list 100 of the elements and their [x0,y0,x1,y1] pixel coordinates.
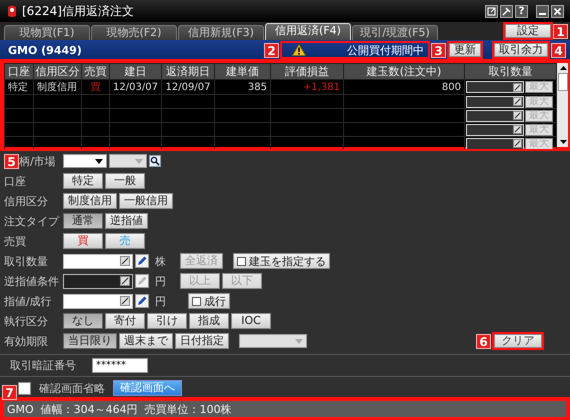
note-icon[interactable] [485,4,498,18]
unit-label: 円 [155,294,166,308]
edit-icon [120,296,130,306]
edit-icon [513,111,522,120]
checkbox-label: 建玉を指定する [249,254,326,268]
checkbox[interactable] [192,296,201,306]
checkbox-label: 確認画面省略 [39,380,105,396]
symbol-name: GMO (9449) [8,44,82,56]
toggle-button[interactable]: 寄付 [105,313,145,329]
table-cell: 800 [442,82,461,92]
checkbox[interactable] [237,256,246,266]
search-icon[interactable] [149,155,161,167]
status-text: GMO 値幅：304～464円 売買単位：100株 [7,402,232,416]
toggle-button[interactable]: 一般信用 [119,193,173,209]
settings-button[interactable]: 設定 [505,24,551,38]
toggle-button[interactable]: IOC [231,313,271,329]
edit-icon [513,125,522,134]
clear-button[interactable]: クリア [494,334,542,348]
table-cell: 12/09/07 [166,82,210,92]
tab[interactable]: 現物売(F2) [91,25,177,40]
table-cell: 制度信用 [37,82,77,93]
tab[interactable]: 信用新規(F3) [178,25,264,40]
input-field[interactable] [63,254,133,268]
field-label: 逆指値条件 [4,274,59,288]
tab[interactable]: 現引/現渡(F5) [352,25,438,40]
field-label: 指値/成行 [4,294,52,308]
help-button[interactable]: ? [515,4,528,18]
toggle-button[interactable]: 指成 [189,313,229,329]
field-label: 信用区分 [4,194,48,208]
column-header: 口座 [4,64,34,80]
column-header: 取引数量 [464,64,556,80]
column-header: 建日 [110,64,162,80]
field-label: 柄/市場 [19,154,56,168]
toggle-button[interactable]: 買 [63,233,103,249]
column-header: 返済期日 [162,64,214,80]
tab[interactable]: 信用返済(F4) [265,23,351,40]
unit-label: 円 [155,274,166,288]
callout-number: 5 [4,154,19,168]
column-header: 信用区分 [34,64,82,80]
toggle-button[interactable]: なし [63,313,103,329]
column-header: 建単価 [214,64,270,80]
table-cell: 385 [248,82,267,92]
quantity-field[interactable] [466,124,524,136]
quantity-field[interactable] [466,110,524,122]
callout-number: 7 [2,385,17,400]
dropdown-arrow-icon [135,158,143,164]
scroll-thumb[interactable] [558,73,568,91]
toggle-button[interactable]: 引け [147,313,187,329]
toggle-button[interactable]: 週末まで [119,333,173,349]
input-field[interactable] [63,294,133,308]
close-icon[interactable] [551,4,564,18]
dropdown-arrow-icon [295,338,303,344]
buying-power-button[interactable]: 取引余力 [494,43,548,57]
checkbox[interactable] [18,382,31,394]
table-cell: 12/03/07 [113,82,158,92]
quantity-field[interactable] [466,138,524,150]
window-title: [6224]信用返済注文 [22,2,134,20]
field-label: 売買 [4,234,26,248]
toggle-button[interactable]: 制度信用 [63,193,117,209]
field-label: 口座 [4,174,26,188]
column-header: 評価損益 [270,64,344,80]
table-cell: 買 [90,82,100,93]
tab[interactable]: 現物買(F1) [4,25,90,40]
pencil-icon[interactable] [135,294,149,308]
field-label: 注文タイプ [4,214,59,228]
edit-icon [120,276,130,286]
column-header: 建玉数(注文中) [344,64,464,80]
table-cell: +1,381 [302,82,340,92]
callout-number: 1 [553,24,568,38]
field-label: 有効期限 [4,334,48,348]
callout-number: 6 [476,334,491,348]
refresh-button[interactable]: 更新 [449,43,481,57]
notice-text: 公開買付期間中 [347,42,424,58]
minimize-icon[interactable] [536,4,549,18]
callout-number: 2 [264,42,279,58]
dropdown-arrow-icon [95,158,103,164]
toggle-button[interactable]: 一般 [105,173,145,189]
callout-number: 4 [551,42,566,58]
dropdown[interactable] [63,154,107,168]
edit-icon [513,139,522,148]
toggle-button[interactable]: 特定 [63,173,103,189]
password-field[interactable]: ****** [92,358,148,372]
unit-label: 株 [155,254,166,268]
checkbox-label: 成行 [204,294,226,308]
quantity-field[interactable] [466,96,524,108]
field-label: 執行区分 [4,314,48,328]
column-header: 売買 [82,64,110,80]
edit-icon [513,82,522,92]
scrollbar[interactable] [557,63,569,147]
pencil-icon[interactable] [135,254,149,268]
field-label: 取引暗証番号 [10,358,76,372]
toggle-button[interactable]: 通常 [63,213,103,229]
toggle-button[interactable]: 当日限り [63,333,117,349]
edit-icon [120,256,130,266]
toggle-button[interactable]: 日付指定 [175,333,229,349]
toggle-button[interactable]: 逆指値 [105,213,148,229]
warning-icon [292,44,306,56]
app-icon [6,4,18,18]
quantity-field[interactable] [466,81,524,93]
field-label: 取引数量 [4,254,48,268]
